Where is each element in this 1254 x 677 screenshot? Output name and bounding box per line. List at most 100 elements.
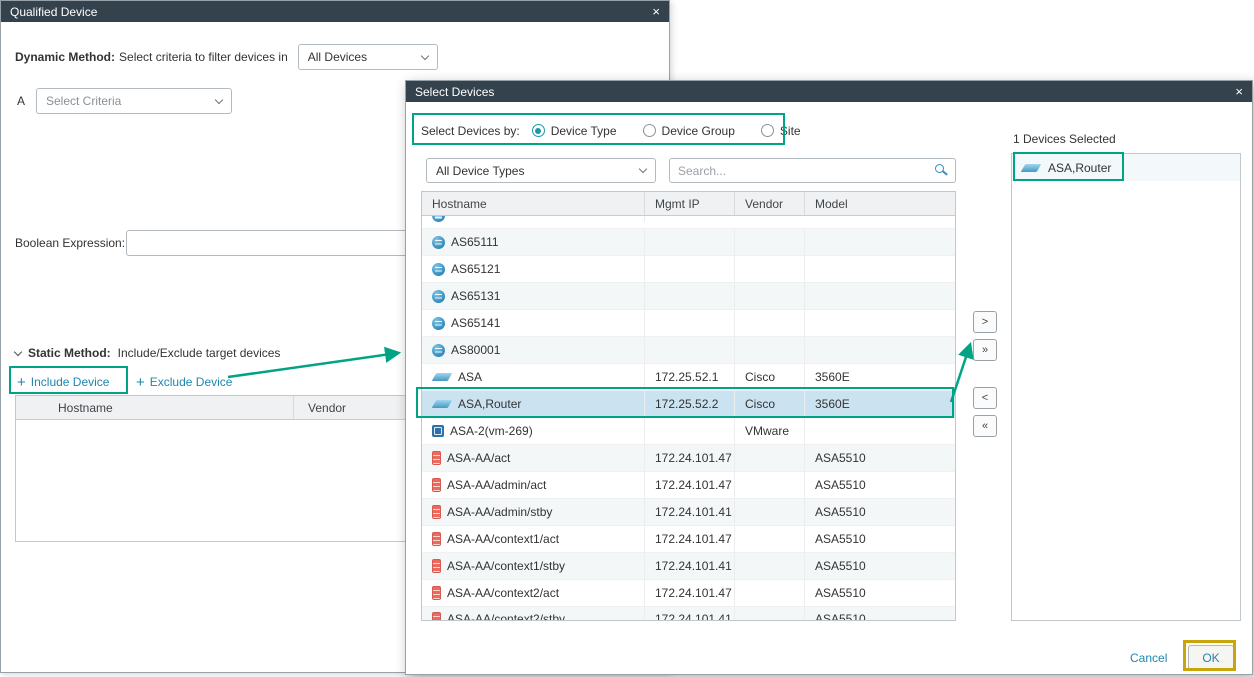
table-row[interactable]: ASA-AA/admin/act172.24.101.47ASA5510 xyxy=(422,472,955,499)
exclude-device-label: Exclude Device xyxy=(150,375,233,389)
radio-icon[interactable] xyxy=(643,124,656,137)
hostname-cell xyxy=(422,216,645,222)
firewall-icon xyxy=(432,559,441,573)
mgmt-ip-cell xyxy=(645,310,735,336)
qualified-device-titlebar: Qualified Device × xyxy=(1,1,669,22)
vendor-cell xyxy=(735,553,805,579)
model-cell xyxy=(805,283,955,309)
select-devices-by-label: Select Devices by: xyxy=(421,124,520,138)
table-row[interactable]: ASA-AA/context2/stby172.24.101.41ASA5510 xyxy=(422,607,955,621)
router-icon xyxy=(432,216,445,222)
devices-scope-dropdown[interactable]: All Devices xyxy=(298,44,438,70)
move-right-button[interactable]: > xyxy=(973,311,997,333)
static-method-label: Static Method: xyxy=(28,346,111,360)
table-row[interactable]: ASA172.25.52.1Cisco3560E xyxy=(422,364,955,391)
search-icon[interactable] xyxy=(935,164,944,173)
table-row[interactable]: AS65121 xyxy=(422,256,955,283)
static-method-description: Include/Exclude target devices xyxy=(118,346,281,360)
model-cell xyxy=(805,337,955,363)
table-row[interactable]: ASA-AA/context1/act172.24.101.47ASA5510 xyxy=(422,526,955,553)
cancel-button[interactable]: Cancel xyxy=(1130,651,1167,665)
hostname-cell: AS65111 xyxy=(422,229,645,255)
table-row[interactable]: AS80001 xyxy=(422,337,955,364)
device-table-body: AS65111AS65121AS65131AS65141AS80001ASA17… xyxy=(422,216,955,621)
vendor-cell xyxy=(735,526,805,552)
hostname-cell: ASA xyxy=(422,364,645,390)
radio-icon[interactable] xyxy=(761,124,774,137)
hostname-cell: ASA-AA/context1/stby xyxy=(422,553,645,579)
exclude-device-button[interactable]: + Exclude Device xyxy=(136,371,232,393)
table-row[interactable]: ASA-AA/act172.24.101.47ASA5510 xyxy=(422,445,955,472)
model-cell xyxy=(805,229,955,255)
hostname-cell: ASA-2(vm-269) xyxy=(422,418,645,444)
selected-device-item[interactable]: ASA,Router xyxy=(1012,154,1240,181)
close-icon[interactable]: × xyxy=(1235,85,1243,98)
device-type-dropdown[interactable]: All Device Types xyxy=(426,158,656,183)
hostname-cell: AS80001 xyxy=(422,337,645,363)
chevron-down-icon xyxy=(14,348,22,356)
radio-site[interactable]: Site xyxy=(761,124,801,138)
table-row[interactable]: ASA-AA/context2/act172.24.101.47ASA5510 xyxy=(422,580,955,607)
switch-icon xyxy=(432,400,453,408)
move-all-right-button[interactable]: » xyxy=(973,339,997,361)
hostname-cell: ASA-AA/context2/act xyxy=(422,580,645,606)
firewall-icon xyxy=(432,451,441,465)
table-row[interactable] xyxy=(422,216,955,229)
vendor-cell xyxy=(735,229,805,255)
firewall-icon xyxy=(432,586,441,600)
close-icon[interactable]: × xyxy=(652,5,660,18)
radio-device-type[interactable]: Device Type xyxy=(532,124,617,138)
mgmt-ip-cell xyxy=(645,283,735,309)
vendor-cell: Cisco xyxy=(735,364,805,390)
router-icon xyxy=(432,263,445,276)
vendor-cell xyxy=(735,445,805,471)
table-row[interactable]: ASA,Router172.25.52.2Cisco3560E xyxy=(422,391,955,418)
table-row[interactable]: ASA-2(vm-269)VMware xyxy=(422,418,955,445)
ok-button[interactable]: OK xyxy=(1188,645,1234,670)
hostname-cell: ASA,Router xyxy=(422,391,645,417)
radio-site-label: Site xyxy=(780,124,801,138)
criteria-row-prefix: A xyxy=(17,88,25,114)
radio-icon[interactable] xyxy=(532,124,545,137)
table-row[interactable]: AS65111 xyxy=(422,229,955,256)
move-left-button[interactable]: < xyxy=(973,387,997,409)
search-input[interactable] xyxy=(669,158,956,183)
hostname-column-header: Hostname xyxy=(16,396,294,419)
firewall-icon xyxy=(432,612,441,621)
dynamic-method-label: Dynamic Method: xyxy=(15,50,115,64)
radio-device-group[interactable]: Device Group xyxy=(643,124,735,138)
chevron-down-icon xyxy=(421,51,429,59)
vendor-cell xyxy=(735,310,805,336)
router-icon xyxy=(432,236,445,249)
mgmt-ip-cell: 172.24.101.47 xyxy=(645,445,735,471)
hostname-cell: AS65121 xyxy=(422,256,645,282)
static-method-row[interactable]: Static Method: Include/Exclude target de… xyxy=(15,346,280,360)
table-row[interactable]: ASA-AA/admin/stby172.24.101.41ASA5510 xyxy=(422,499,955,526)
model-cell: ASA5510 xyxy=(805,472,955,498)
mgmt-ip-cell: 172.24.101.47 xyxy=(645,472,735,498)
mgmt-ip-cell: 172.25.52.1 xyxy=(645,364,735,390)
include-device-button[interactable]: + Include Device xyxy=(17,371,109,393)
plus-icon: + xyxy=(17,375,26,390)
radio-device-group-label: Device Group xyxy=(662,124,735,138)
vendor-cell xyxy=(735,580,805,606)
vendor-cell xyxy=(735,607,805,621)
select-devices-by-bar: Select Devices by: Device Type Device Gr… xyxy=(421,115,827,146)
select-criteria-value: Select Criteria xyxy=(46,94,121,108)
table-row[interactable]: AS65131 xyxy=(422,283,955,310)
table-row[interactable]: AS65141 xyxy=(422,310,955,337)
vendor-cell: Cisco xyxy=(735,391,805,417)
move-all-left-button[interactable]: « xyxy=(973,415,997,437)
select-criteria-dropdown[interactable]: Select Criteria xyxy=(36,88,232,114)
chevron-down-icon xyxy=(215,95,223,103)
selected-devices-list: ASA,Router xyxy=(1011,153,1241,621)
model-cell: ASA5510 xyxy=(805,445,955,471)
hostname-cell: ASA-AA/context1/act xyxy=(422,526,645,552)
table-row[interactable]: ASA-AA/context1/stby172.24.101.41ASA5510 xyxy=(422,553,955,580)
plus-icon: + xyxy=(136,375,145,390)
device-table-header: Hostname Mgmt IP Vendor Model xyxy=(422,192,955,216)
search-box xyxy=(669,158,956,183)
dialog-title: Select Devices xyxy=(415,85,494,99)
mgmt-ip-cell xyxy=(645,337,735,363)
mgmt-ip-cell: 172.25.52.2 xyxy=(645,391,735,417)
